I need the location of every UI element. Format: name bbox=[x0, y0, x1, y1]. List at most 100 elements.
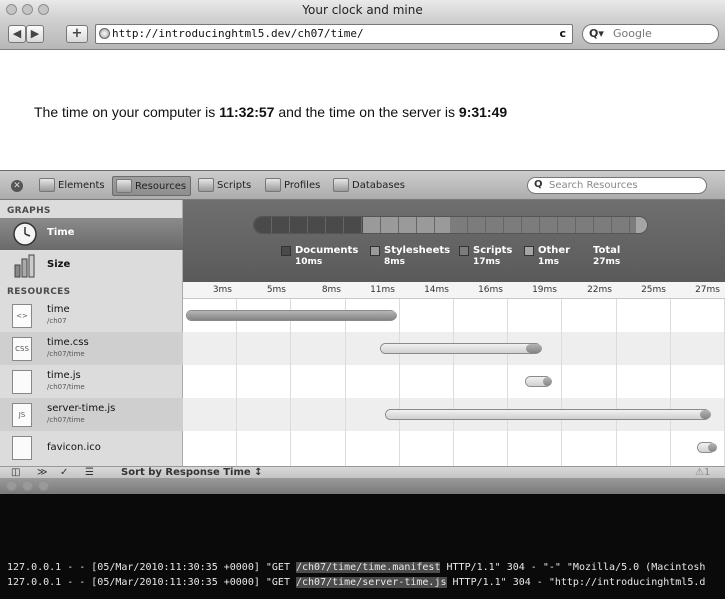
sort-arrows-icon: ↕ bbox=[254, 467, 263, 478]
address-bar[interactable]: http://introducinghtml5.dev/ch07/time/ c bbox=[95, 24, 573, 44]
timing-summary-graph: Documents 10ms Stylesheets 8ms Scripts 17ms… bbox=[183, 200, 725, 282]
browser-toolbar: ◀ ▶ + http://introducinghtml5.dev/ch07/t… bbox=[0, 20, 725, 50]
back-button[interactable]: ◀ bbox=[8, 25, 26, 43]
tick-label: 14ms bbox=[424, 285, 449, 295]
tick-label: 16ms bbox=[478, 285, 503, 295]
log-prefix: 127.0.0.1 - - [05/Mar/2010:11:30:35 +000… bbox=[7, 562, 296, 573]
terminal-minimize-button[interactable] bbox=[22, 480, 33, 491]
sidebar-item-label: Size bbox=[47, 259, 71, 270]
tab-scripts[interactable]: Scripts bbox=[195, 176, 255, 196]
legend-swatch bbox=[524, 246, 534, 256]
legend-value: 17ms bbox=[473, 257, 501, 267]
reload-icon[interactable]: c bbox=[559, 25, 566, 43]
legend-swatch bbox=[459, 246, 469, 256]
legend-label: Documents bbox=[295, 245, 359, 256]
summary-bar bbox=[253, 216, 648, 234]
resource-item-favicon[interactable]: favicon.ico bbox=[0, 431, 183, 464]
tab-label: Elements bbox=[58, 180, 105, 191]
timeline-bar-download bbox=[543, 377, 552, 386]
timeline-bar-download bbox=[187, 311, 397, 320]
magnifier-icon: Q bbox=[534, 179, 543, 190]
warning-count[interactable]: ⚠1 bbox=[695, 466, 710, 478]
timeline-bar[interactable] bbox=[525, 376, 552, 387]
terminal-window: 127.0.0.1 - - [05/Mar/2010:11:30:35 +000… bbox=[0, 478, 725, 599]
css-icon: CSS bbox=[12, 337, 32, 361]
summary-scripts-segment bbox=[450, 217, 636, 233]
terminal-close-button[interactable] bbox=[6, 480, 17, 491]
html-icon: <> bbox=[12, 304, 32, 328]
resource-name: server-time.js bbox=[47, 403, 116, 414]
list-icon[interactable]: ☰ bbox=[85, 466, 94, 478]
close-inspector-icon[interactable]: ✕ bbox=[11, 180, 23, 192]
log-suffix: HTTP/1.1" 304 - "-" "Mozilla/5.0 (Macint… bbox=[440, 562, 706, 573]
local-time: 11:32:57 bbox=[219, 104, 275, 120]
tab-databases[interactable]: Databases bbox=[330, 176, 409, 196]
resource-item-time-js[interactable]: time.js /ch07/time bbox=[0, 365, 183, 398]
window-titlebar: Your clock and mine bbox=[0, 0, 725, 20]
summary-documents-segment bbox=[254, 217, 363, 233]
gridline bbox=[507, 282, 508, 466]
zoom-window-button[interactable] bbox=[38, 4, 49, 15]
globe-icon bbox=[99, 28, 110, 39]
gridline bbox=[453, 282, 454, 466]
legend-value: 8ms bbox=[384, 257, 405, 267]
timeline-bar[interactable] bbox=[380, 343, 542, 354]
resource-path: /ch07/time bbox=[47, 350, 85, 358]
web-search-field[interactable]: Q▾ Google bbox=[582, 24, 719, 44]
log-path: /ch07/time/time.manifest bbox=[295, 562, 441, 573]
gridline bbox=[399, 282, 400, 466]
forward-button[interactable]: ▶ bbox=[26, 25, 44, 43]
tab-profiles[interactable]: Profiles bbox=[262, 176, 324, 196]
warning-count-value: 1 bbox=[703, 467, 711, 478]
log-suffix: HTTP/1.1" 304 - "http://introducinghtml5… bbox=[446, 577, 706, 588]
resource-path: /ch07/time bbox=[47, 416, 85, 424]
resource-timeline: 3ms 5ms 8ms 11ms 14ms 16ms 19ms 22ms 25ms 27ms bbox=[183, 282, 725, 466]
dock-icon[interactable]: ◫ bbox=[11, 466, 20, 478]
scripts-icon bbox=[198, 178, 214, 192]
tick-label: 19ms bbox=[532, 285, 557, 295]
timeline-ruler: 3ms 5ms 8ms 11ms 14ms 16ms 19ms 22ms 25ms 27ms bbox=[183, 282, 725, 299]
back-arrow-icon: ◀ bbox=[12, 27, 22, 40]
sidebar-item-time[interactable]: Time bbox=[0, 218, 183, 250]
legend-label: Scripts bbox=[473, 245, 513, 256]
search-resources-input[interactable]: Q Search Resources bbox=[527, 177, 707, 194]
timeline-row bbox=[183, 365, 725, 398]
sidebar-item-size[interactable]: Size bbox=[0, 250, 183, 282]
time-sentence: The time on your computer is 11:32:57 an… bbox=[34, 104, 507, 120]
browser-window: Your clock and mine ◀ ▶ + http://introdu… bbox=[0, 0, 725, 478]
resource-item-time-css[interactable]: CSS time.css /ch07/time bbox=[0, 332, 183, 365]
tab-resources[interactable]: Resources bbox=[112, 176, 192, 196]
tab-label: Resources bbox=[135, 181, 187, 192]
console-icon[interactable]: ≫ bbox=[37, 466, 47, 478]
window-title: Your clock and mine bbox=[302, 3, 423, 17]
elements-icon bbox=[39, 178, 55, 192]
resources-sidebar: GRAPHS Time Size RESOURCES <> time /ch07… bbox=[0, 200, 183, 466]
timeline-bar[interactable] bbox=[186, 310, 397, 321]
timeline-bar-wait bbox=[381, 344, 540, 353]
text-mid: and the time on the server is bbox=[274, 104, 459, 120]
resource-name: time.css bbox=[47, 337, 89, 348]
tab-label: Scripts bbox=[217, 180, 252, 191]
gridline bbox=[616, 282, 617, 466]
timeline-bar-wait bbox=[386, 410, 709, 419]
resources-icon bbox=[116, 179, 132, 193]
close-window-button[interactable] bbox=[6, 4, 17, 15]
legend-value: 10ms bbox=[295, 257, 323, 267]
resource-item-server-time-js[interactable]: JS server-time.js /ch07/time bbox=[0, 398, 183, 431]
sort-selector[interactable]: Sort by Response Time ↕ bbox=[121, 466, 263, 478]
resource-name: time.js bbox=[47, 370, 81, 381]
minimize-window-button[interactable] bbox=[22, 4, 33, 15]
add-bookmark-button[interactable]: + bbox=[66, 25, 88, 43]
gridline bbox=[561, 282, 562, 466]
terminal-zoom-button[interactable] bbox=[38, 480, 49, 491]
timeline-bar[interactable] bbox=[385, 409, 711, 420]
resource-item-time[interactable]: <> time /ch07 bbox=[0, 299, 183, 332]
checkmark-icon[interactable]: ✓ bbox=[60, 466, 68, 478]
tick-label: 25ms bbox=[641, 285, 666, 295]
tab-label: Profiles bbox=[284, 180, 321, 191]
search-icon: Q▾ bbox=[589, 27, 604, 40]
timeline-bar[interactable] bbox=[697, 442, 717, 453]
tick-label: 11ms bbox=[370, 285, 395, 295]
timeline-row bbox=[183, 431, 725, 464]
tab-elements[interactable]: Elements bbox=[36, 176, 109, 196]
